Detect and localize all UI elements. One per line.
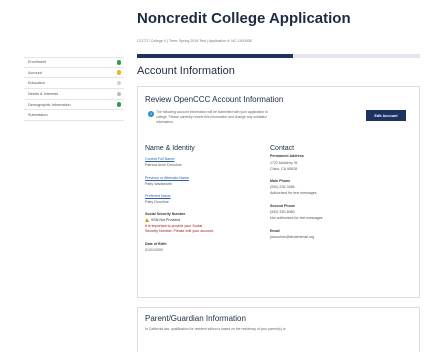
preferred-name-value: Patty Donohue bbox=[145, 200, 169, 204]
main-phone-value: (530) 226-3486 bbox=[270, 185, 295, 189]
review-info-text: The following account information will b… bbox=[156, 110, 356, 125]
parent-card-text: In California law, qualification for res… bbox=[145, 327, 286, 331]
sidebar-item-label: Submission bbox=[28, 113, 48, 118]
sidebar-item-submission[interactable]: Submission bbox=[24, 110, 124, 122]
main-phone-note: Authorized for text messages bbox=[270, 191, 317, 195]
email-label: Email bbox=[270, 229, 280, 233]
complete-icon bbox=[116, 60, 121, 65]
current-name-link[interactable]: Current Full Name bbox=[145, 157, 174, 161]
contact-heading: Contact bbox=[270, 145, 295, 152]
current-name-value: Patricia Anne Donohue bbox=[145, 163, 182, 167]
main-phone-label: Main Phone bbox=[270, 179, 291, 183]
edit-account-button[interactable]: Edit Account bbox=[366, 110, 406, 121]
warning-line: Security Number. Please edit your accoun… bbox=[145, 229, 214, 233]
second-phone-note: Not authorized for text messages bbox=[270, 216, 323, 220]
warning-icon bbox=[116, 70, 121, 75]
sidebar-item-account[interactable]: Account bbox=[24, 68, 124, 79]
address-line-1: 1722 Mulberry St bbox=[270, 161, 298, 165]
sidebar-item-demographic[interactable]: Demographic Information bbox=[24, 100, 124, 111]
info-line: information. bbox=[156, 120, 174, 124]
ssn-status-text: SSN Not Provided bbox=[151, 218, 181, 222]
previous-name-link[interactable]: Previous or Alternate Name bbox=[145, 176, 189, 180]
complete-icon bbox=[116, 102, 121, 107]
sidebar-item-label: Education bbox=[28, 81, 45, 86]
info-icon: i bbox=[148, 111, 154, 117]
ssn-label: Social Security Number bbox=[145, 212, 186, 216]
sidebar-nav: Enrollment Account Education Needs & Int… bbox=[24, 57, 124, 122]
second-phone-label: Second Phone bbox=[270, 204, 295, 208]
warning-icon bbox=[145, 218, 149, 222]
application-page: Noncredit College Application CCCTC Coll… bbox=[0, 0, 444, 352]
address-line-2: Chico, CA 95928 bbox=[270, 167, 297, 171]
incomplete-icon bbox=[116, 80, 121, 86]
name-identity-heading: Name & Identity bbox=[145, 145, 195, 152]
application-breadcrumb: CCCTC College X | Term: Spring 2019 Test… bbox=[137, 39, 252, 43]
ssn-warning-text: It is important to provide your Social S… bbox=[145, 224, 260, 234]
parent-card-title: Parent/Guardian Information bbox=[145, 314, 246, 323]
sidebar-item-label: Account bbox=[28, 70, 42, 75]
dob-label: Date of Birth bbox=[145, 242, 167, 246]
parent-guardian-card: Parent/Guardian Information In Californi… bbox=[137, 307, 420, 352]
page-title: Noncredit College Application bbox=[137, 10, 351, 27]
preferred-name-link[interactable]: Preferred Name bbox=[145, 194, 171, 198]
review-account-card: Review OpenCCC Account Information i The… bbox=[137, 86, 420, 298]
ssn-status: SSN Not Provided bbox=[145, 218, 180, 222]
second-phone-value: (530) 330-8080 bbox=[270, 210, 295, 214]
sidebar-item-enrollment[interactable]: Enrollment bbox=[24, 57, 124, 68]
previous-name-value: Patty Wadsworth bbox=[145, 182, 173, 186]
incomplete-icon bbox=[116, 91, 121, 97]
progress-bar bbox=[137, 54, 420, 58]
sidebar-item-label: Demographic Information bbox=[28, 102, 71, 107]
review-card-title: Review OpenCCC Account Information bbox=[145, 95, 284, 104]
section-title: Account Information bbox=[137, 65, 235, 77]
sidebar-item-label: Enrollment bbox=[28, 60, 47, 65]
sidebar-item-needs-interests[interactable]: Needs & Interests bbox=[24, 89, 124, 100]
address-label: Permanent Address bbox=[270, 154, 304, 158]
sidebar-item-education[interactable]: Education bbox=[24, 78, 124, 90]
sidebar-item-label: Needs & Interests bbox=[28, 91, 59, 96]
email-value: pdonohue@studentmail.org bbox=[270, 235, 315, 239]
dob-value: 01/01/2000 bbox=[145, 248, 163, 252]
progress-bar-fill bbox=[137, 54, 293, 58]
